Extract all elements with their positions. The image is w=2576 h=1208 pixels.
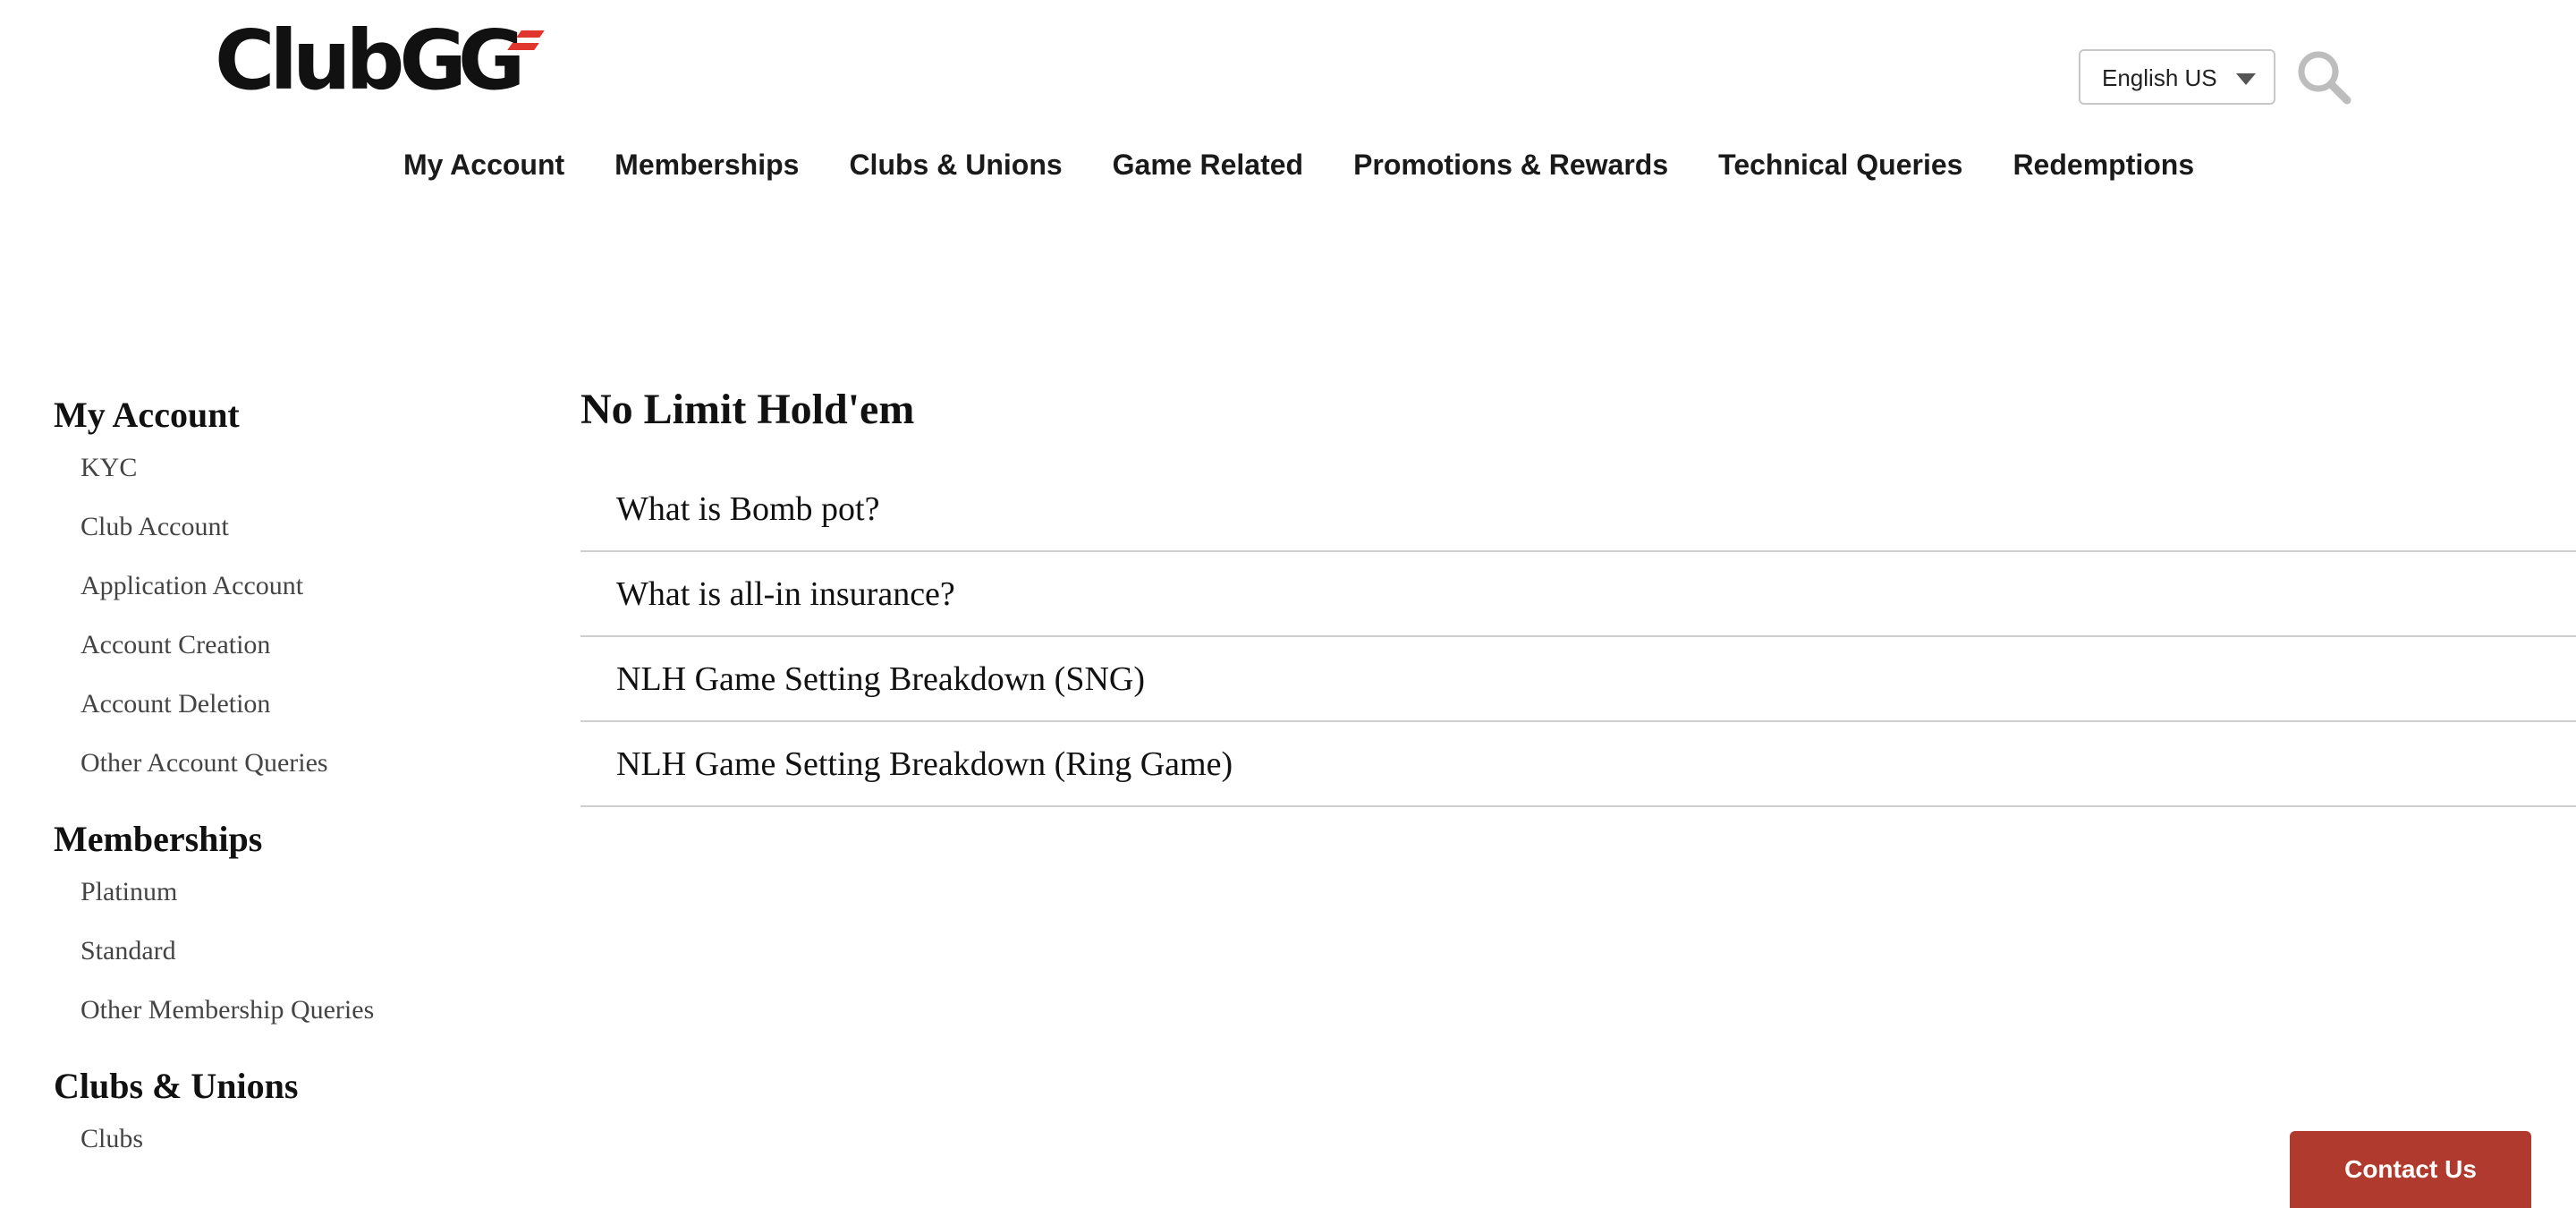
sidebar-item-account-creation[interactable]: Account Creation bbox=[54, 630, 519, 689]
nav-clubs-unions[interactable]: Clubs & Unions bbox=[849, 149, 1062, 182]
sidebar-section-title[interactable]: My Account bbox=[54, 394, 519, 437]
search-icon bbox=[2298, 51, 2351, 105]
logo-accent-stripe bbox=[507, 43, 539, 50]
faq-item[interactable]: What is Bomb pot? bbox=[580, 467, 2576, 552]
chevron-down-icon bbox=[2236, 73, 2256, 85]
sidebar-section-my-account: My Account KYC Club Account Application … bbox=[54, 394, 519, 807]
faq-item-label: What is all-in insurance? bbox=[616, 574, 955, 613]
sidebar-item-kyc[interactable]: KYC bbox=[54, 453, 519, 512]
sidebar-item-standard[interactable]: Standard bbox=[54, 936, 519, 995]
logo-accent-stripe bbox=[516, 30, 545, 38]
faq-list: What is Bomb pot? What is all-in insuran… bbox=[580, 467, 2576, 807]
faq-item[interactable]: NLH Game Setting Breakdown (SNG) bbox=[580, 637, 2576, 722]
sidebar-item-club-account[interactable]: Club Account bbox=[54, 512, 519, 571]
search-button[interactable] bbox=[2295, 48, 2354, 107]
nav-promotions-rewards[interactable]: Promotions & Rewards bbox=[1353, 149, 1668, 182]
sidebar-item-platinum[interactable]: Platinum bbox=[54, 877, 519, 936]
article-list-content: No Limit Hold'em What is Bomb pot? What … bbox=[580, 383, 2576, 807]
category-sidebar: My Account KYC Club Account Application … bbox=[54, 394, 519, 1194]
sidebar-item-clubs[interactable]: Clubs bbox=[54, 1124, 519, 1183]
sidebar-section-memberships: Memberships Platinum Standard Other Memb… bbox=[54, 818, 519, 1054]
nav-memberships[interactable]: Memberships bbox=[614, 149, 799, 182]
sidebar-item-other-membership-queries[interactable]: Other Membership Queries bbox=[54, 995, 519, 1054]
nav-redemptions[interactable]: Redemptions bbox=[2012, 149, 2194, 182]
sidebar-item-other-account-queries[interactable]: Other Account Queries bbox=[54, 748, 519, 807]
page-title: No Limit Hold'em bbox=[580, 386, 915, 433]
sidebar-item-account-deletion[interactable]: Account Deletion bbox=[54, 689, 519, 748]
main-navigation: My Account Memberships Clubs & Unions Ga… bbox=[403, 149, 2194, 182]
clubgg-logo[interactable]: ClubGG bbox=[215, 20, 545, 106]
faq-item[interactable]: NLH Game Setting Breakdown (Ring Game) bbox=[580, 722, 2576, 807]
sidebar-list: Platinum Standard Other Membership Queri… bbox=[54, 877, 519, 1054]
logo-wordmark: ClubGG bbox=[215, 13, 525, 108]
language-select-value: English US bbox=[2102, 64, 2217, 91]
sidebar-section-clubs-unions: Clubs & Unions Clubs bbox=[54, 1065, 519, 1183]
faq-item[interactable]: What is all-in insurance? bbox=[580, 552, 2576, 637]
sidebar-item-application-account[interactable]: Application Account bbox=[54, 571, 519, 630]
nav-game-related[interactable]: Game Related bbox=[1113, 149, 1303, 182]
language-select[interactable]: English US bbox=[2079, 49, 2275, 105]
faq-item-label: NLH Game Setting Breakdown (Ring Game) bbox=[616, 744, 1233, 783]
sidebar-list: Clubs bbox=[54, 1124, 519, 1183]
sidebar-list: KYC Club Account Application Account Acc… bbox=[54, 453, 519, 807]
sidebar-section-title[interactable]: Memberships bbox=[54, 818, 519, 861]
contact-us-button[interactable]: Contact Us bbox=[2290, 1131, 2531, 1208]
sidebar-section-title[interactable]: Clubs & Unions bbox=[54, 1065, 519, 1108]
faq-item-label: NLH Game Setting Breakdown (SNG) bbox=[616, 659, 1146, 698]
nav-my-account[interactable]: My Account bbox=[403, 149, 564, 182]
faq-item-label: What is Bomb pot? bbox=[616, 489, 880, 528]
nav-technical-queries[interactable]: Technical Queries bbox=[1718, 149, 1962, 182]
